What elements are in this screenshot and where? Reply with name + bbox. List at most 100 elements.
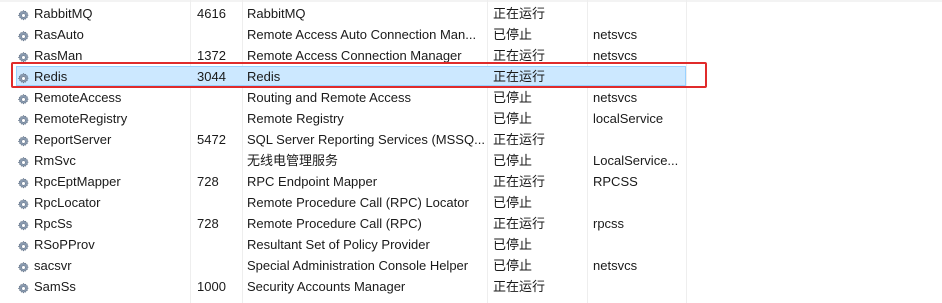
service-pid [197,234,241,255]
gear-icon [17,280,30,294]
service-name: RpcLocator [34,195,101,210]
service-group: RPCSS [593,174,638,189]
gear-icon [17,154,30,168]
service-description: Remote Access Auto Connection Man... [247,27,477,42]
service-name-cell: sacsvr [17,255,190,276]
service-name-cell: RpcSs [17,213,190,234]
service-name-cell: RpcLocator [17,192,190,213]
service-name: RSoPProv [34,237,95,252]
service-description: Routing and Remote Access [247,90,412,105]
table-row[interactable]: sacsvr Special Administration Console Hel… [0,255,942,276]
service-status: 已停止 [493,258,533,273]
service-name: RasAuto [34,27,84,42]
service-pid [197,192,241,213]
table-row[interactable]: SamSs 1000 Security Accounts Manager 正在运行 [0,276,942,297]
table-row[interactable]: RabbitMQ 4616 RabbitMQ 正在运行 [0,3,942,24]
service-pid: 5472 [197,132,226,147]
table-row[interactable]: RemoteRegistry Remote Registry 已停止 localSer… [0,108,942,129]
service-name-cell: RemoteAccess [17,87,190,108]
service-name: SamSs [34,279,76,294]
service-name: RemoteRegistry [34,111,128,126]
service-group: LocalService... [593,153,679,168]
service-description: RPC Endpoint Mapper [247,174,378,189]
service-status: 已停止 [493,237,533,252]
table-row[interactable]: RasAuto Remote Access Auto Connection Man… [0,24,942,45]
service-name: RemoteAccess [34,90,122,105]
table-row[interactable]: RasMan 1372 Remote Access Connection Manag… [0,45,942,66]
service-group [593,3,685,24]
table-row[interactable]: RmSvc 无线电管理服务 已停止 LocalService... [0,150,942,171]
services-table: RabbitMQ 4616 RabbitMQ 正在运行 RasAuto Remote Ac… [0,0,942,303]
service-name: RpcSs [34,216,73,231]
service-pid: 1000 [197,279,226,294]
service-name-cell: ReportServer [17,129,190,150]
service-name: RasMan [34,48,83,63]
service-group [593,192,685,213]
service-name-cell: RSoPProv [17,234,190,255]
service-name: RmSvc [34,153,76,168]
gear-icon [17,28,30,42]
service-status: 已停止 [493,153,533,168]
header-separator [0,0,942,2]
table-row[interactable]: RpcSs 728 Remote Procedure Call (RPC) 正在运行 r… [0,213,942,234]
service-pid: 4616 [197,6,226,21]
gear-icon [17,133,30,147]
service-name: ReportServer [34,132,112,147]
service-name: sacsvr [34,258,72,273]
service-status: 已停止 [493,90,533,105]
table-row[interactable]: RpcLocator Remote Procedure Call (RPC) Lo… [0,192,942,213]
service-group: netsvcs [593,48,638,63]
service-name-cell: SamSs [17,276,190,297]
service-description: RabbitMQ [247,6,306,21]
service-group [593,276,685,297]
table-row[interactable]: RemoteAccess Routing and Remote Access 已停止… [0,87,942,108]
gear-icon [17,238,30,252]
service-status: 正在运行 [493,69,546,84]
service-description: 无线电管理服务 [247,153,339,168]
gear-icon [17,259,30,273]
table-row[interactable]: RSoPProv Resultant Set of Policy Provider… [0,234,942,255]
service-pid [197,24,241,45]
service-name-cell: RmSvc [17,150,190,171]
table-row[interactable]: RpcEptMapper 728 RPC Endpoint Mapper 正在运行 RP… [0,171,942,192]
service-name-cell: RasAuto [17,24,190,45]
gear-icon [17,91,30,105]
service-pid [197,108,241,129]
gear-icon [17,49,30,63]
service-pid: 728 [197,216,219,231]
service-pid: 728 [197,174,219,189]
service-status: 正在运行 [493,48,546,63]
gear-icon [17,196,30,210]
service-status: 已停止 [493,111,533,126]
service-group [593,129,685,150]
service-name-cell: RemoteRegistry [17,108,190,129]
service-status: 正在运行 [493,174,546,189]
service-pid: 1372 [197,48,226,63]
service-description: Remote Registry [247,111,344,126]
service-status: 正在运行 [493,216,546,231]
table-row[interactable]: ReportServer 5472 SQL Server Reporting Ser… [0,129,942,150]
service-description: Remote Access Connection Manager [247,48,462,63]
service-status: 已停止 [493,27,533,42]
service-name-cell: RpcEptMapper [17,171,190,192]
service-group: netsvcs [593,90,638,105]
service-status: 已停止 [493,195,533,210]
service-pid [197,255,241,276]
table-row[interactable]: Redis 3044 Redis 正在运行 [0,66,942,87]
service-description: Resultant Set of Policy Provider [247,237,430,252]
service-group [593,66,685,87]
service-pid [197,87,241,108]
service-description: SQL Server Reporting Services (MSSQ... [247,132,485,147]
service-name-cell: Redis [17,66,190,87]
service-description: Security Accounts Manager [247,279,406,294]
gear-icon [17,175,30,189]
service-pid: 3044 [197,69,226,84]
service-group: netsvcs [593,27,638,42]
service-status: 正在运行 [493,132,546,147]
service-description: Redis [247,69,281,84]
service-pid [197,150,241,171]
service-description: Special Administration Console Helper [247,258,469,273]
service-group: rpcss [593,216,625,231]
service-group [593,234,685,255]
service-status: 正在运行 [493,279,546,294]
